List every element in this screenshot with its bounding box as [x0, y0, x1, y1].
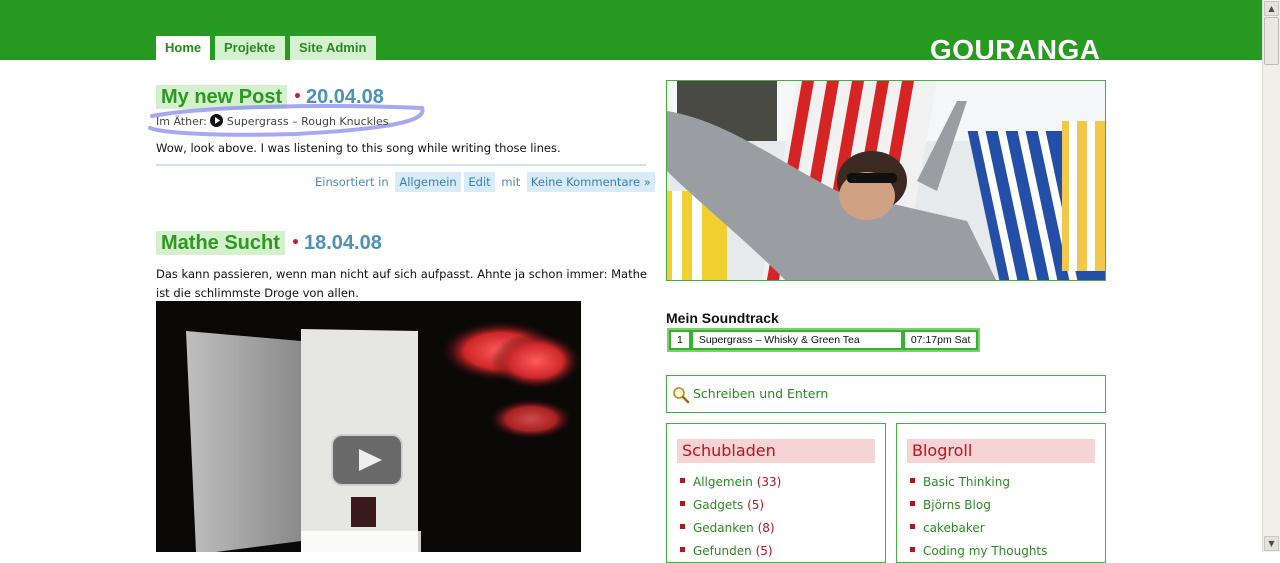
- video-player[interactable]: [156, 301, 581, 552]
- categories-widget: Schubladen Allgemein (33) Gadgets (5) Ge…: [666, 423, 886, 563]
- vertical-scrollbar[interactable]: ▲ ▼: [1262, 0, 1280, 552]
- tab-site-admin[interactable]: Site Admin: [290, 36, 376, 60]
- track-number: 1: [669, 330, 691, 350]
- now-playing-label: Im Äther:: [156, 115, 207, 128]
- now-playing: Im Äther: Supergrass – Rough Knuckles: [156, 112, 389, 128]
- filed-in-label: Einsortiert in: [315, 175, 389, 189]
- blogroll-title: Blogroll: [907, 439, 1095, 463]
- play-icon[interactable]: [210, 114, 224, 127]
- header-photo: [666, 80, 1106, 281]
- post-body: Wow, look above. I was listening to this…: [156, 141, 561, 155]
- blogroll-item[interactable]: Björns Blog: [910, 494, 1047, 517]
- title-bullet: •: [291, 235, 300, 251]
- category-item[interactable]: Allgemein (33): [680, 471, 781, 494]
- scroll-up-icon[interactable]: ▲: [1264, 1, 1279, 16]
- post-divider: [156, 164, 646, 166]
- category-item[interactable]: Gedanken (8): [680, 517, 781, 540]
- post-meta: Einsortiert in Allgemein Edit mit Keine …: [312, 172, 655, 192]
- blogroll-item[interactable]: cakebaker: [910, 517, 1047, 540]
- soundtrack-table: 1 Supergrass – Whisky & Green Tea 07:17p…: [667, 328, 981, 352]
- search-icon[interactable]: [672, 386, 690, 404]
- post-body-line: Das kann passieren, wenn man nicht auf s…: [156, 267, 647, 281]
- category-link[interactable]: Allgemein: [395, 172, 461, 192]
- site-title[interactable]: GOURANGA: [930, 34, 1100, 66]
- tab-projekte[interactable]: Projekte: [215, 36, 285, 60]
- blogroll-widget: Blogroll Basic Thinking Björns Blog cake…: [896, 423, 1106, 563]
- category-item[interactable]: Gadgets (5): [680, 494, 781, 517]
- categories-title: Schubladen: [677, 439, 875, 463]
- tab-home[interactable]: Home: [156, 36, 210, 60]
- soundtrack-row: 1 Supergrass – Whisky & Green Tea 07:17p…: [669, 330, 979, 350]
- search-label[interactable]: Schreiben und Entern: [693, 386, 828, 401]
- post-title[interactable]: Mathe Sucht: [156, 231, 285, 255]
- video-frame: [156, 301, 581, 552]
- track-name[interactable]: Supergrass – Whisky & Green Tea: [690, 330, 903, 350]
- search-box[interactable]: Schreiben und Entern: [666, 375, 1106, 413]
- blogroll-item[interactable]: Basic Thinking: [910, 471, 1047, 494]
- post-date: 18.04.08: [304, 232, 382, 254]
- soundtrack-title: Mein Soundtrack: [666, 310, 779, 326]
- edit-link[interactable]: Edit: [464, 172, 495, 192]
- scroll-thumb[interactable]: [1264, 17, 1279, 65]
- now-playing-track[interactable]: Supergrass – Rough Knuckles: [227, 115, 389, 128]
- with-label: mit: [501, 175, 521, 189]
- scroll-down-icon[interactable]: ▼: [1264, 536, 1279, 551]
- post-body-line: ist die schlimmste Droge von allen.: [156, 286, 359, 300]
- comments-link[interactable]: Keine Kommentare »: [526, 172, 655, 192]
- track-time: 07:17pm Sat: [902, 330, 979, 350]
